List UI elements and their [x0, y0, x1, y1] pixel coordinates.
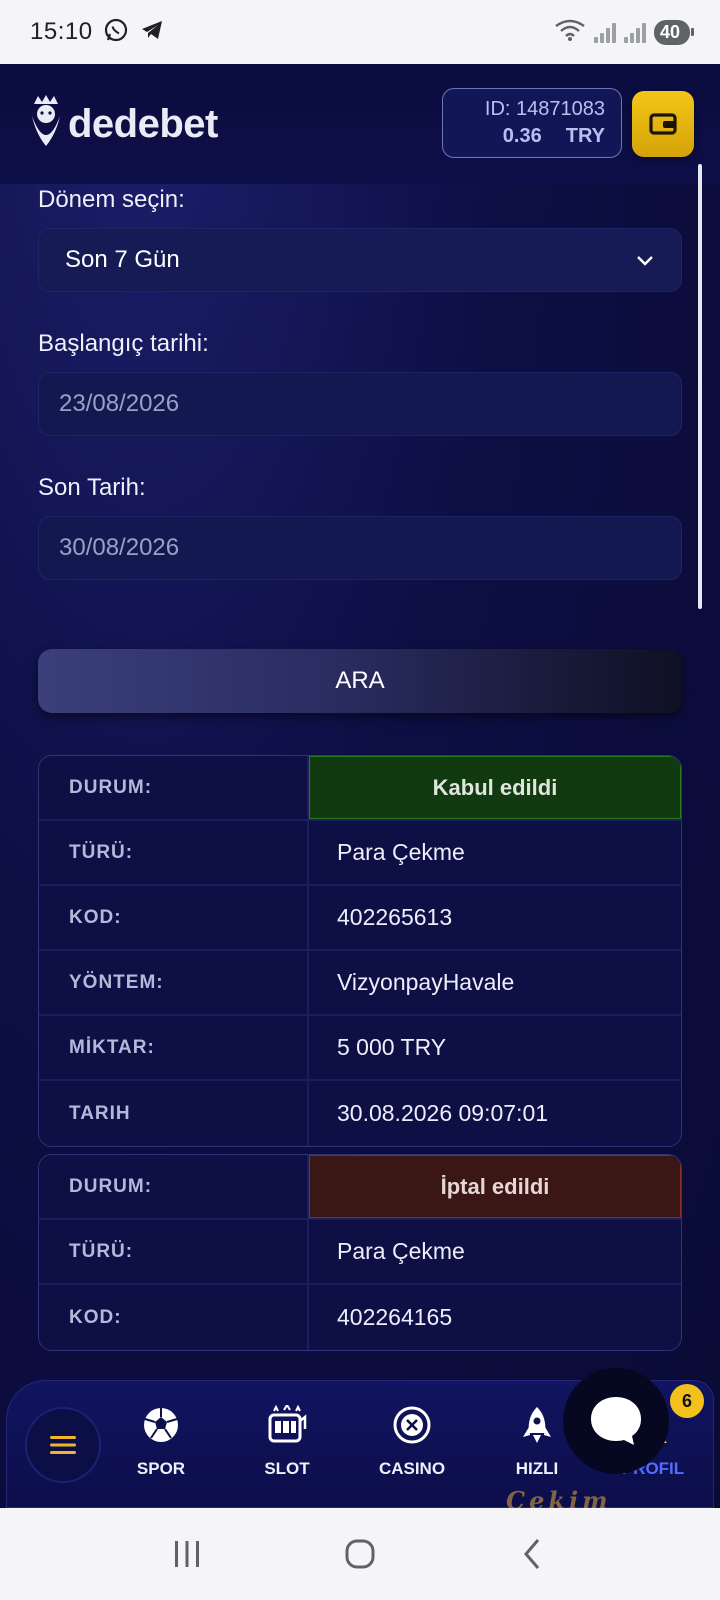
- table-row: MİKTAR: 5 000 TRY: [39, 1016, 681, 1081]
- logo-text: dedebet: [68, 101, 218, 146]
- row-key: DURUM:: [39, 756, 309, 819]
- table-row: DURUM: İptal edildi: [39, 1155, 681, 1220]
- nav-label: CASINO: [378, 1459, 446, 1478]
- transaction-card: DURUM: Kabul edildi TÜRÜ: Para Çekme KOD…: [38, 755, 682, 1147]
- android-nav-bar: [0, 1508, 720, 1600]
- end-date-input[interactable]: 30/08/2026: [38, 516, 682, 580]
- row-key: TÜRÜ:: [39, 1220, 309, 1283]
- whatsapp-icon: [103, 17, 129, 48]
- row-key: DURUM:: [39, 1155, 309, 1218]
- wifi-icon: [554, 18, 586, 47]
- casino-chip-icon: [393, 1406, 431, 1444]
- signal-icon: [623, 21, 646, 43]
- start-date-label: Başlangıç tarihi:: [38, 330, 209, 357]
- nav-item-slot[interactable]: SLOT: [237, 1403, 337, 1479]
- soccer-ball-icon: [144, 1408, 178, 1442]
- table-row: TARIH 30.08.2026 09:07:01: [39, 1081, 681, 1146]
- account-balance: 0.36 TRY: [503, 125, 605, 148]
- home-icon: [345, 1539, 375, 1569]
- row-value: Para Çekme: [309, 821, 681, 884]
- row-value: 5 000 TRY: [309, 1016, 681, 1079]
- logo[interactable]: dedebet: [26, 94, 218, 154]
- chat-bubble-icon: [591, 1397, 641, 1445]
- filter-form: Dönem seçin: Son 7 Gün Başlangıç tarihi:…: [38, 184, 682, 580]
- row-key: YÖNTEM:: [39, 951, 309, 1014]
- logo-icon: [32, 95, 60, 146]
- hamburger-icon: [50, 1436, 76, 1454]
- back-button[interactable]: [503, 1524, 563, 1584]
- row-key: TARIH: [39, 1081, 309, 1146]
- nav-label: HIZLI: [515, 1459, 559, 1478]
- status-badge: Kabul edildi: [309, 756, 681, 819]
- app-screen: dedebet ID: 14871083 0.36 TRY Dönem seçin…: [0, 64, 720, 1508]
- wallet-icon: [649, 113, 677, 135]
- battery-indicator: 40: [653, 19, 695, 45]
- start-date-input[interactable]: 23/08/2026: [38, 372, 682, 436]
- status-badge: İptal edildi: [309, 1155, 681, 1218]
- nav-label: SPOR: [136, 1459, 186, 1478]
- table-row: TÜRÜ: Para Çekme: [39, 821, 681, 886]
- table-row: YÖNTEM: VizyonpayHavale: [39, 951, 681, 1016]
- table-row: KOD: 402265613: [39, 886, 681, 951]
- chat-notification-badge: 6: [670, 1384, 704, 1418]
- balance-currency: TRY: [565, 125, 605, 147]
- row-key: MİKTAR:: [39, 1016, 309, 1079]
- row-value: 30.08.2026 09:07:01: [309, 1081, 681, 1146]
- nav-label: SLOT: [264, 1459, 310, 1478]
- home-button[interactable]: [330, 1524, 390, 1584]
- start-date-value: 23/08/2026: [59, 390, 180, 417]
- chat-button[interactable]: [563, 1368, 669, 1474]
- rocket-icon: [523, 1407, 551, 1443]
- table-row: KOD: 402264165: [39, 1285, 681, 1350]
- period-select-value: Son 7 Gün: [65, 246, 180, 273]
- menu-button[interactable]: [25, 1407, 101, 1483]
- scrollbar[interactable]: [698, 164, 702, 609]
- table-row: DURUM: Kabul edildi: [39, 756, 681, 821]
- balance-amount: 0.36: [502, 125, 542, 147]
- row-value: VizyonpayHavale: [309, 951, 681, 1014]
- account-info[interactable]: ID: 14871083 0.36 TRY: [442, 88, 622, 158]
- table-row: TÜRÜ: Para Çekme: [39, 1220, 681, 1285]
- search-button[interactable]: ARA: [38, 649, 682, 713]
- transaction-card: DURUM: İptal edildi TÜRÜ: Para Çekme KOD…: [38, 1154, 682, 1351]
- row-key: TÜRÜ:: [39, 821, 309, 884]
- nav-item-spor[interactable]: SPOR: [111, 1403, 211, 1479]
- end-date-value: 30/08/2026: [59, 534, 180, 561]
- row-value: 402264165: [309, 1285, 681, 1350]
- status-bar: 15:10 40: [0, 0, 720, 64]
- period-select[interactable]: Son 7 Gün: [38, 228, 682, 292]
- status-time: 15:10: [30, 18, 93, 45]
- app-header: dedebet ID: 14871083 0.36 TRY: [0, 64, 720, 184]
- account-id: ID: 14871083: [484, 98, 605, 120]
- telegram-icon: [139, 17, 165, 48]
- slot-machine-icon: [268, 1405, 307, 1443]
- row-key: KOD:: [39, 1285, 309, 1350]
- nav-item-casino[interactable]: CASINO: [362, 1403, 462, 1479]
- row-value: 402265613: [309, 886, 681, 949]
- chevron-down-icon: [637, 256, 653, 266]
- recent-apps-button[interactable]: [157, 1524, 217, 1584]
- signal-icon: [593, 21, 616, 43]
- row-value: Para Çekme: [309, 1220, 681, 1283]
- wallet-button[interactable]: [632, 91, 694, 157]
- period-label: Dönem seçin:: [38, 186, 185, 213]
- row-key: KOD:: [39, 886, 309, 949]
- back-icon: [524, 1539, 540, 1569]
- end-date-label: Son Tarih:: [38, 474, 146, 501]
- recent-apps-icon: [174, 1541, 199, 1567]
